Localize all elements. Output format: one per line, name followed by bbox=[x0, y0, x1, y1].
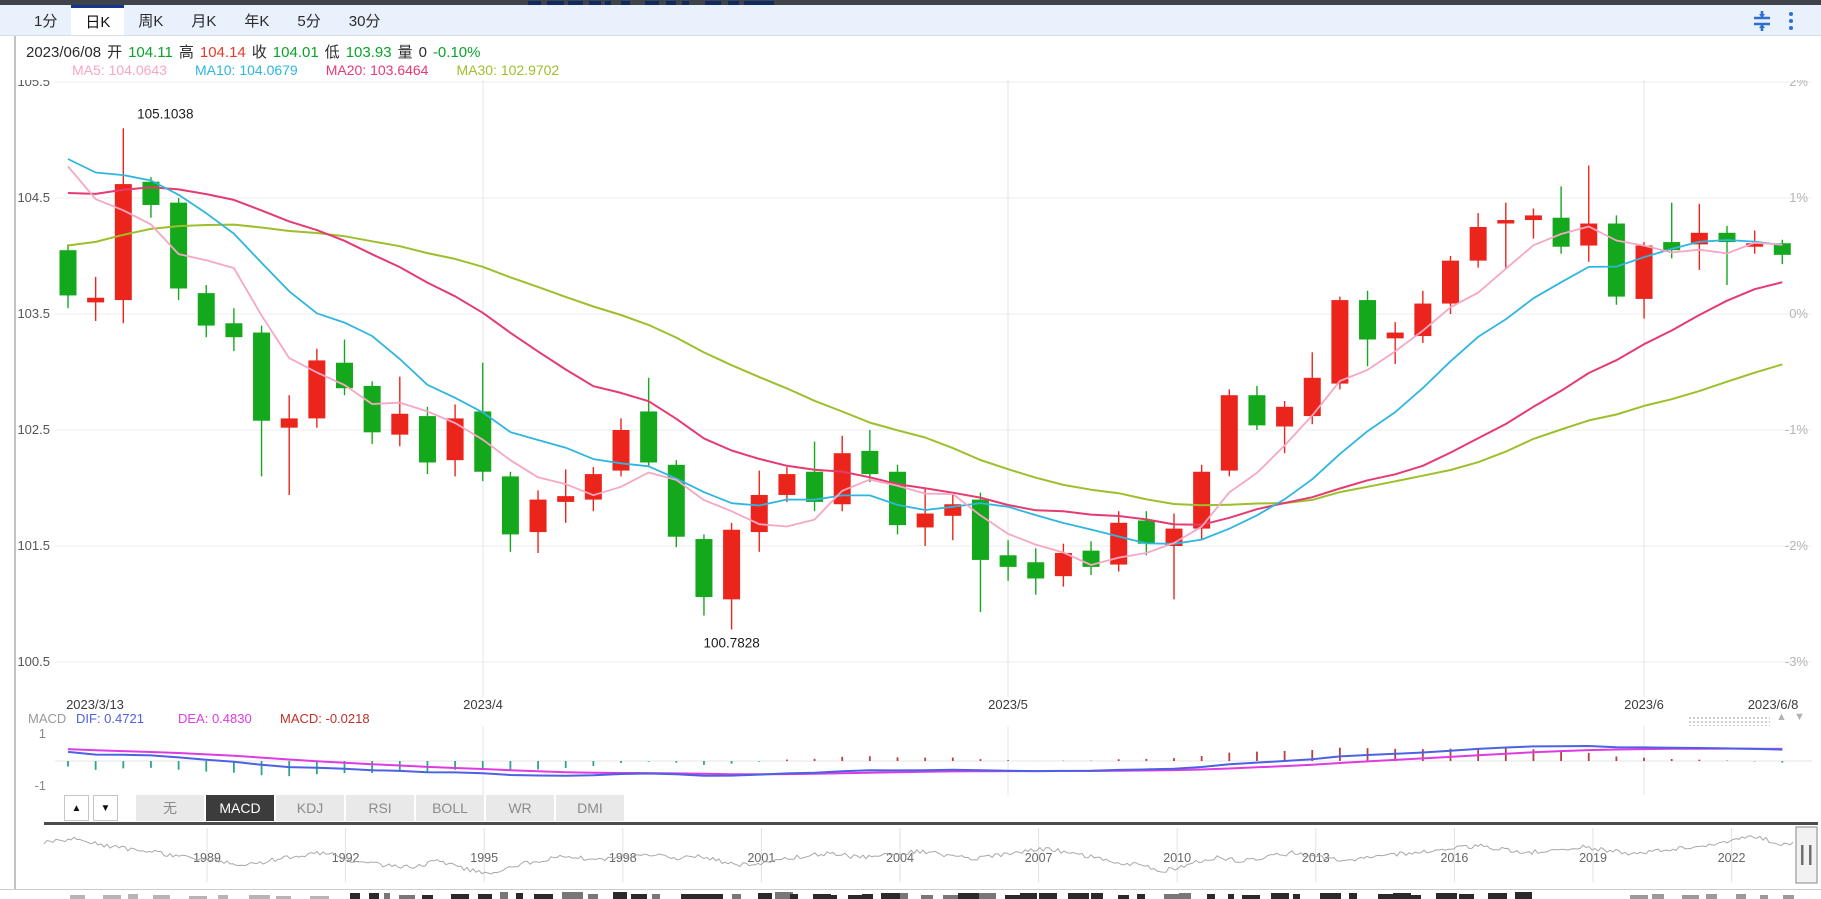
history-navigator[interactable]: 1989199219951998200120042007201020132016… bbox=[0, 826, 1821, 884]
svg-text:2013: 2013 bbox=[1302, 851, 1330, 865]
period-tab-2[interactable]: 日K bbox=[71, 5, 124, 35]
period-tab-5[interactable]: 年K bbox=[230, 5, 283, 35]
ma10-label: MA10: 104.0679 bbox=[195, 62, 298, 78]
macd-title: MACD bbox=[28, 711, 66, 726]
indicator-tab-kdj[interactable]: KDJ bbox=[276, 795, 344, 821]
quote-field-label: 收 bbox=[252, 44, 267, 61]
period-tab-4[interactable]: 月K bbox=[177, 5, 230, 35]
ma-legend: MA5: 104.0643 MA10: 104.0679 MA20: 103.646… bbox=[72, 62, 587, 79]
svg-text:2016: 2016 bbox=[1440, 851, 1468, 865]
period-tab-1[interactable]: 1分 bbox=[20, 5, 71, 35]
svg-text:-1%: -1% bbox=[1785, 422, 1809, 437]
svg-text:2001: 2001 bbox=[747, 851, 775, 865]
macd-value: MACD: -0.0218 bbox=[280, 711, 370, 726]
svg-text:-3%: -3% bbox=[1785, 654, 1809, 669]
collapse-icon[interactable] bbox=[1751, 10, 1773, 32]
navigator-range-handle[interactable] bbox=[1796, 827, 1817, 883]
cropped-bottom-text bbox=[0, 891, 1821, 899]
svg-text:1989: 1989 bbox=[193, 851, 221, 865]
svg-text:105.1038: 105.1038 bbox=[137, 106, 193, 121]
quote-field-value: 104.11 bbox=[128, 44, 173, 61]
svg-text:104.5: 104.5 bbox=[17, 190, 50, 205]
period-tab-3[interactable]: 周K bbox=[124, 5, 177, 35]
period-tab-7[interactable]: 30分 bbox=[335, 5, 395, 35]
dea-value: DEA: 0.4830 bbox=[178, 711, 252, 726]
period-tab-bar: 1分日K周K月K年K5分30分 bbox=[0, 5, 1821, 36]
indicator-tab-dmi[interactable]: DMI bbox=[556, 795, 624, 821]
macd-subchart[interactable]: 1 -1 bbox=[0, 726, 1821, 795]
date-label: 2023/3/13 bbox=[66, 697, 124, 712]
svg-text:2010: 2010 bbox=[1163, 851, 1191, 865]
date-label: 2023/5 bbox=[988, 697, 1028, 712]
quote-field-label: 量 bbox=[398, 44, 413, 61]
quote-field-value: 103.93 bbox=[346, 44, 392, 61]
chart-toolbar bbox=[1751, 10, 1793, 32]
indicator-up-button[interactable]: ▲ bbox=[64, 795, 89, 821]
indicator-bar: ▲ ▼ 无MACDKDJRSIBOLLWRDMI bbox=[64, 795, 624, 821]
kline-app: 1分日K周K月K年K5分30分 2023/06/08 开 104.11 高 104.14… bbox=[0, 0, 1821, 899]
pane-down-arrow[interactable]: ▼ bbox=[1794, 711, 1805, 723]
kebab-menu-icon[interactable] bbox=[1789, 12, 1793, 30]
indicator-down-button[interactable]: ▼ bbox=[93, 795, 118, 821]
ma20-label: MA20: 103.6464 bbox=[326, 62, 429, 78]
svg-text:100.7828: 100.7828 bbox=[703, 636, 759, 651]
main-candle-chart[interactable]: 105.5 2% 104.5 1% 103.5 0% 102.5 -1% 101.5 -2% 100… bbox=[0, 80, 1821, 697]
indicator-tabs: 无MACDKDJRSIBOLLWRDMI bbox=[136, 795, 624, 821]
date-label: 2023/4 bbox=[463, 697, 503, 712]
macd-header: MACD DIF: 0.4721 DEA: 0.4830 MACD: -0.02… bbox=[0, 711, 1821, 726]
quote-bar: 2023/06/08 开 104.11 高 104.14 收 104.01 低 103.93 量0… bbox=[26, 41, 486, 61]
svg-text:2022: 2022 bbox=[1718, 851, 1746, 865]
bottom-divider bbox=[0, 889, 1821, 890]
svg-text:2019: 2019 bbox=[1579, 851, 1607, 865]
quote-field-label: 低 bbox=[325, 44, 340, 61]
navigator-separator bbox=[44, 822, 1818, 825]
quote-field-label: 开 bbox=[107, 44, 122, 61]
svg-text:2007: 2007 bbox=[1025, 851, 1053, 865]
svg-text:102.5: 102.5 bbox=[17, 422, 50, 437]
svg-text:1995: 1995 bbox=[470, 851, 498, 865]
svg-text:2004: 2004 bbox=[886, 851, 914, 865]
svg-text:1%: 1% bbox=[1789, 190, 1808, 205]
pane-up-arrow[interactable]: ▲ bbox=[1776, 711, 1787, 723]
quote-date: 2023/06/08 bbox=[26, 44, 101, 61]
period-tab-6[interactable]: 5分 bbox=[283, 5, 334, 35]
quote-field-label: 高 bbox=[179, 44, 194, 61]
svg-text:100.5: 100.5 bbox=[17, 654, 50, 669]
svg-text:105.5: 105.5 bbox=[17, 80, 50, 89]
quote-field-value: 104.01 bbox=[273, 44, 319, 61]
quote-change: -0.10% bbox=[433, 44, 481, 61]
svg-text:-2%: -2% bbox=[1785, 538, 1809, 553]
quote-field-value: 0 bbox=[419, 44, 427, 61]
svg-text:103.5: 103.5 bbox=[17, 306, 50, 321]
date-label: 2023/6 bbox=[1624, 697, 1664, 712]
indicator-tab-wr[interactable]: WR bbox=[486, 795, 554, 821]
indicator-tab-boll[interactable]: BOLL bbox=[416, 795, 484, 821]
svg-text:1: 1 bbox=[39, 726, 46, 741]
pane-drag-handle-icon[interactable] bbox=[1688, 716, 1770, 726]
svg-text:-1: -1 bbox=[34, 778, 46, 793]
svg-text:0%: 0% bbox=[1789, 306, 1808, 321]
indicator-tab-macd[interactable]: MACD bbox=[206, 795, 274, 821]
svg-text:1998: 1998 bbox=[609, 851, 637, 865]
indicator-tab-rsi[interactable]: RSI bbox=[346, 795, 414, 821]
ma5-label: MA5: 104.0643 bbox=[72, 62, 167, 78]
ma30-label: MA30: 102.9702 bbox=[456, 62, 559, 78]
dif-value: DIF: 0.4721 bbox=[76, 711, 144, 726]
date-label: 2023/6/8 bbox=[1748, 697, 1799, 712]
indicator-tab-无[interactable]: 无 bbox=[136, 795, 204, 821]
quote-field-value: 104.14 bbox=[200, 44, 246, 61]
svg-text:101.5: 101.5 bbox=[17, 538, 50, 553]
svg-text:2%: 2% bbox=[1789, 80, 1808, 89]
